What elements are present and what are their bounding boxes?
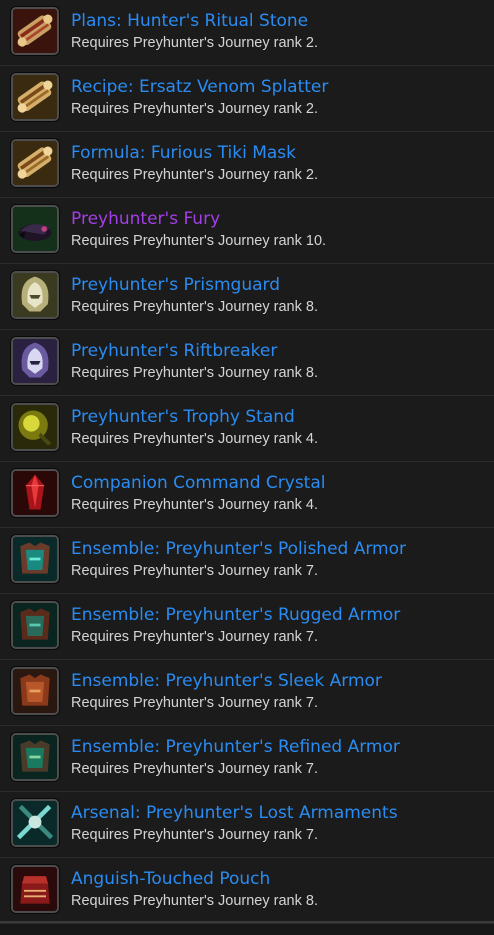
list-item[interactable]: Ensemble: Preyhunter's Rugged Armor Requ… bbox=[0, 594, 494, 660]
gold-helm-icon[interactable] bbox=[11, 271, 59, 319]
brown-chest-armor-icon[interactable] bbox=[11, 601, 59, 649]
weapons-icon[interactable] bbox=[11, 799, 59, 847]
pouch-icon[interactable] bbox=[11, 865, 59, 913]
item-name[interactable]: Ensemble: Preyhunter's Polished Armor bbox=[71, 538, 406, 560]
item-name[interactable]: Formula: Furious Tiki Mask bbox=[71, 142, 296, 164]
item-requirement: Requires Preyhunter's Journey rank 2. bbox=[71, 35, 318, 51]
item-requirement: Requires Preyhunter's Journey rank 7. bbox=[71, 629, 318, 645]
item-name[interactable]: Preyhunter's Riftbreaker bbox=[71, 340, 277, 362]
scroll-icon[interactable] bbox=[11, 73, 59, 121]
list-item[interactable]: Ensemble: Preyhunter's Refined Armor Req… bbox=[0, 726, 494, 792]
item-requirement: Requires Preyhunter's Journey rank 8. bbox=[71, 893, 318, 909]
list-item[interactable]: Preyhunter's Riftbreaker Requires Preyhu… bbox=[0, 330, 494, 396]
item-name[interactable]: Preyhunter's Fury bbox=[71, 208, 220, 230]
list-item[interactable]: Companion Command Crystal Requires Preyh… bbox=[0, 462, 494, 528]
scroll-icon[interactable] bbox=[11, 7, 59, 55]
item-requirement: Requires Preyhunter's Journey rank 7. bbox=[71, 827, 318, 843]
teal-chest-armor-icon[interactable] bbox=[11, 535, 59, 583]
item-requirement: Requires Preyhunter's Journey rank 7. bbox=[71, 563, 318, 579]
scroll-icon[interactable] bbox=[11, 139, 59, 187]
item-name[interactable]: Ensemble: Preyhunter's Rugged Armor bbox=[71, 604, 400, 626]
item-requirement: Requires Preyhunter's Journey rank 10. bbox=[71, 233, 327, 249]
item-name[interactable]: Arsenal: Preyhunter's Lost Armaments bbox=[71, 802, 398, 824]
item-requirement: Requires Preyhunter's Journey rank 2. bbox=[71, 101, 318, 117]
list-item[interactable]: Preyhunter's Prismguard Requires Preyhun… bbox=[0, 264, 494, 330]
item-name[interactable]: Preyhunter's Trophy Stand bbox=[71, 406, 295, 428]
list-item[interactable]: Recipe: Ersatz Venom Splatter Requires P… bbox=[0, 66, 494, 132]
list-item[interactable]: Arsenal: Preyhunter's Lost Armaments Req… bbox=[0, 792, 494, 858]
item-name[interactable]: Recipe: Ersatz Venom Splatter bbox=[71, 76, 328, 98]
item-name[interactable]: Anguish-Touched Pouch bbox=[71, 868, 270, 890]
red-crystal-icon[interactable] bbox=[11, 469, 59, 517]
item-requirement: Requires Preyhunter's Journey rank 4. bbox=[71, 497, 318, 513]
reward-list: Plans: Hunter's Ritual Stone Requires Pr… bbox=[0, 0, 494, 924]
green-chest-armor-icon[interactable] bbox=[11, 733, 59, 781]
item-name[interactable]: Ensemble: Preyhunter's Refined Armor bbox=[71, 736, 400, 758]
trophy-icon[interactable] bbox=[11, 403, 59, 451]
list-item[interactable]: Ensemble: Preyhunter's Sleek Armor Requi… bbox=[0, 660, 494, 726]
item-requirement: Requires Preyhunter's Journey rank 7. bbox=[71, 761, 318, 777]
item-name[interactable]: Preyhunter's Prismguard bbox=[71, 274, 280, 296]
list-item[interactable]: Anguish-Touched Pouch Requires Preyhunte… bbox=[0, 858, 494, 924]
item-name[interactable]: Companion Command Crystal bbox=[71, 472, 325, 494]
item-name[interactable]: Plans: Hunter's Ritual Stone bbox=[71, 10, 308, 32]
violet-helm-icon[interactable] bbox=[11, 337, 59, 385]
item-requirement: Requires Preyhunter's Journey rank 2. bbox=[71, 167, 318, 183]
item-requirement: Requires Preyhunter's Journey rank 8. bbox=[71, 299, 318, 315]
list-item[interactable]: Preyhunter's Fury Requires Preyhunter's … bbox=[0, 198, 494, 264]
list-item[interactable]: Formula: Furious Tiki Mask Requires Prey… bbox=[0, 132, 494, 198]
mount-icon[interactable] bbox=[11, 205, 59, 253]
list-bottom-divider bbox=[0, 921, 494, 923]
item-name[interactable]: Ensemble: Preyhunter's Sleek Armor bbox=[71, 670, 382, 692]
leather-chest-armor-icon[interactable] bbox=[11, 667, 59, 715]
item-requirement: Requires Preyhunter's Journey rank 7. bbox=[71, 695, 318, 711]
list-item[interactable]: Ensemble: Preyhunter's Polished Armor Re… bbox=[0, 528, 494, 594]
list-item[interactable]: Plans: Hunter's Ritual Stone Requires Pr… bbox=[0, 0, 494, 66]
item-requirement: Requires Preyhunter's Journey rank 4. bbox=[71, 431, 318, 447]
list-item[interactable]: Preyhunter's Trophy Stand Requires Preyh… bbox=[0, 396, 494, 462]
item-requirement: Requires Preyhunter's Journey rank 8. bbox=[71, 365, 318, 381]
